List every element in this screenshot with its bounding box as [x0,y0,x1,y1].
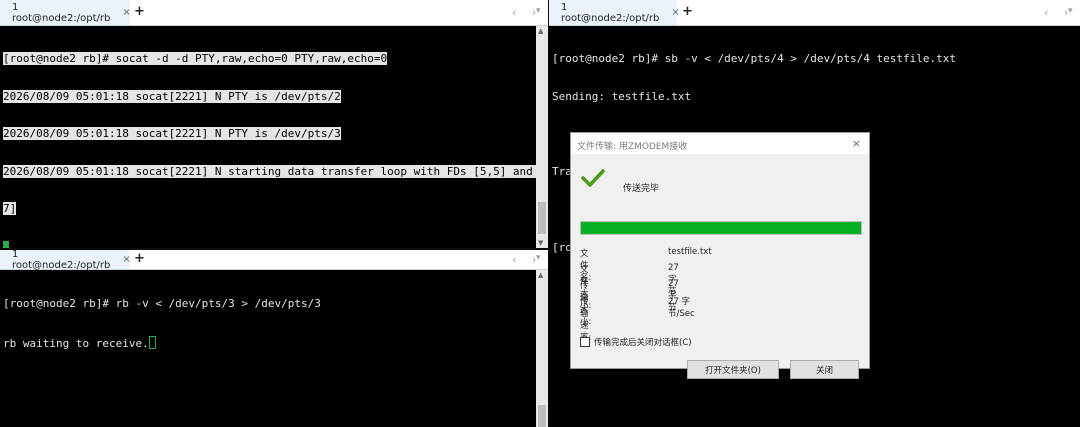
tab-bar: 1 root@node2:/opt/rb × + ‹ › ▾ [0,250,548,271]
tab-bar: 1 root@node2:/opt/rb × + ‹ › ▾ [549,0,1080,26]
scrollbar[interactable]: ▲ ▼ [536,26,548,248]
progress-bar [580,221,862,235]
terminal-output[interactable]: [root@node2 rb]# rb -v < /dev/pts/3 > /d… [3,273,534,427]
terminal-line: 2026/08/09 05:01:18 socat[2221] N PTY is… [3,89,341,103]
add-tab-icon[interactable]: + [682,4,693,19]
terminal-pane-top-left[interactable]: 1 root@node2:/opt/rb × + ‹ › ▾ [root@nod… [0,0,548,248]
dialog-title: 文件传输: 用ZMODEM接收 [577,142,688,152]
tab-menu-icon[interactable]: ▾ [536,253,541,263]
close-on-complete-checkbox[interactable]: 传输完成后关闭对话框(C) [580,336,692,348]
tab-bar: 1 root@node2:/opt/rb × + ‹ › ▾ [0,0,548,26]
info-value: testfile.txt [668,247,712,257]
transfer-status: 传送完毕 [623,184,660,194]
terminal-line: 2026/08/09 05:01:18 socat[2221] N starti… [3,164,548,178]
tab-menu-icon[interactable]: ▾ [1068,6,1073,16]
close-tab-icon[interactable]: × [122,254,130,265]
checkbox-label: 传输完成后关闭对话框(C) [594,338,692,348]
session-tab[interactable]: 1 root@node2:/opt/rb × [0,250,131,271]
add-tab-icon[interactable]: + [134,251,145,266]
session-tab-label: 1 root@node2:/opt/rb [12,1,111,24]
close-button[interactable]: 关闭 [790,360,859,379]
scrollbar-thumb[interactable] [538,202,546,234]
terminal-line: [root@node2 rb]# rb -v < /dev/pts/3 > /d… [3,297,321,310]
add-tab-icon[interactable]: + [134,4,145,19]
terminal-line: [root@node2 rb]# sb -v < /dev/pts/4 > /d… [552,52,956,65]
terminal-line: rb waiting to receive. [3,336,149,350]
zmodem-transfer-dialog: 文件传输: 用ZMODEM接收 × 传送完毕 文件名: testfile.txt… [570,132,870,379]
progress-fill [581,222,861,234]
scroll-up-icon[interactable]: ▲ [538,27,543,35]
terminal-line: Sending: testfile.txt [552,89,692,103]
close-tab-icon[interactable]: × [671,7,679,18]
scroll-up-icon[interactable]: ▲ [538,271,543,279]
terminal-line: 7] [3,202,17,215]
close-icon[interactable]: × [852,137,861,150]
session-tab[interactable]: 1 root@node2:/opt/rb × [549,0,680,25]
tab-menu-icon[interactable]: ▾ [536,6,541,16]
scrollbar[interactable]: ▲ [536,270,548,427]
session-tab-label: 1 root@node2:/opt/rb [561,1,660,24]
terminal-line: [root@node2 rb]# socat -d -d PTY,raw,ech… [3,52,388,65]
terminal-output[interactable]: [root@node2 rb]# socat -d -d PTY,raw,ech… [3,28,548,248]
scrollbar-thumb[interactable] [538,405,546,427]
terminal-pane-bottom-left[interactable]: 1 root@node2:/opt/rb × + ‹ › ▾ [root@nod… [0,250,548,427]
close-tab-icon[interactable]: × [122,7,130,18]
checkmark-icon [581,169,605,187]
session-tab[interactable]: 1 root@node2:/opt/rb × [0,0,131,25]
terminal-cursor [3,240,9,248]
terminal-cursor [148,335,156,349]
session-tab-label: 1 root@node2:/opt/rb [12,250,111,271]
info-value: 27 字节/Sec [668,297,695,319]
dialog-body: 传送完毕 文件名: testfile.txt 文件大小: 27 字节 传输大小:… [571,154,869,379]
terminal-line: 2026/08/09 05:01:18 socat[2221] N PTY is… [3,127,341,140]
checkbox-box[interactable] [580,337,590,347]
scroll-down-icon[interactable]: ▼ [538,239,543,247]
open-folder-button[interactable]: 打开文件夹(O) [687,360,779,379]
